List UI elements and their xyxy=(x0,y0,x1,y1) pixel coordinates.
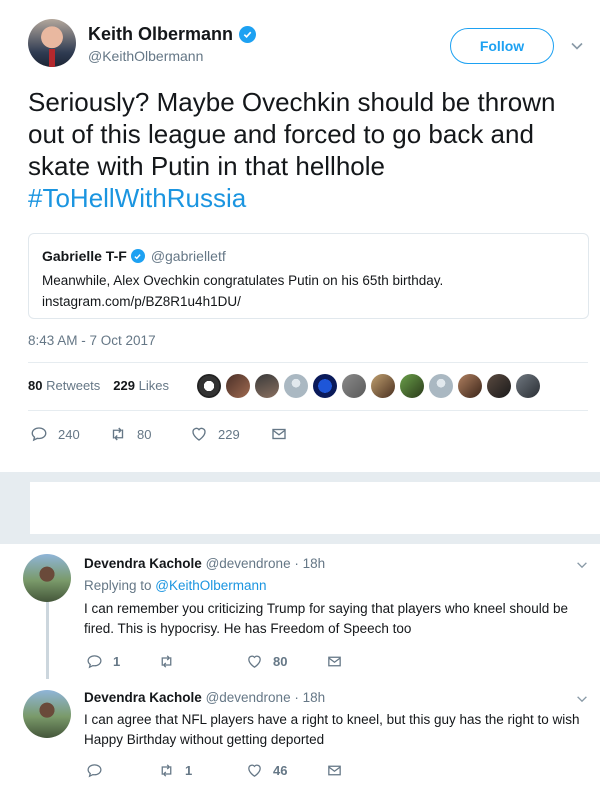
verified-badge-icon xyxy=(130,249,145,263)
reply-text: I can remember you criticizing Trump for… xyxy=(84,601,568,636)
liker-avatar[interactable] xyxy=(342,374,366,398)
liker-avatar[interactable] xyxy=(313,374,337,398)
retweet-icon xyxy=(112,427,124,441)
direct-message-action[interactable] xyxy=(326,653,343,670)
tweet-timestamp[interactable]: 8:43 AM - 7 Oct 2017 xyxy=(28,333,156,348)
reply-meta: @devendrone · 18h xyxy=(205,556,326,571)
reply-tweet[interactable]: Devendra Kachole @devendrone · 18h Reply… xyxy=(0,544,600,680)
author-avatar[interactable] xyxy=(28,19,76,67)
reply-author-name: Devendra Kachole xyxy=(84,690,202,705)
chevron-down-icon[interactable] xyxy=(575,558,589,572)
tweet-text-line: Seriously? Maybe Ovechkin should be thro… xyxy=(28,87,556,117)
liker-avatar[interactable] xyxy=(400,374,424,398)
reply-compose-area xyxy=(0,472,600,544)
quoted-text: Meanwhile, Alex Ovechkin congratulates P… xyxy=(42,270,572,312)
reply-actions: 1 46 xyxy=(86,762,343,779)
divider xyxy=(28,362,588,363)
retweets-count: 80 xyxy=(28,378,43,393)
follow-button[interactable]: Follow xyxy=(450,28,554,64)
hashtag-link[interactable]: #ToHellWithRussia xyxy=(28,182,588,214)
direct-message-action[interactable] xyxy=(270,425,288,443)
message-icon xyxy=(328,656,341,667)
quoted-link[interactable]: instagram.com/p/BZ8R1u4h1DU/ xyxy=(42,291,572,312)
reply-actions: 1 80 xyxy=(86,653,343,670)
thread-line xyxy=(46,602,49,679)
replying-to-link[interactable]: @KeithOlbermann xyxy=(155,578,266,593)
like-action[interactable]: 229 xyxy=(190,425,270,443)
tweet-actions: 240 80 229 xyxy=(30,425,288,443)
reply-author-avatar[interactable] xyxy=(23,554,71,602)
liker-avatar[interactable] xyxy=(458,374,482,398)
reply-action[interactable]: 1 xyxy=(86,653,158,670)
quoted-author-name: Gabrielle T-F xyxy=(42,248,127,264)
retweet-count: 80 xyxy=(137,426,152,442)
reply-text: I can agree that NFL players have a righ… xyxy=(84,712,580,747)
reply-count: 1 xyxy=(113,654,121,669)
quoted-author-handle: @gabrielletf xyxy=(150,248,226,264)
tweet-text: Seriously? Maybe Ovechkin should be thro… xyxy=(28,86,588,214)
reply-tweet[interactable]: Devendra Kachole @devendrone · 18h I can… xyxy=(0,682,600,786)
like-icon xyxy=(248,764,261,777)
author-name[interactable]: Keith Olbermann xyxy=(88,24,233,45)
chevron-down-icon[interactable] xyxy=(575,692,589,706)
message-icon xyxy=(328,765,341,776)
retweets-stat[interactable]: 80 Retweets xyxy=(28,378,100,393)
reply-action[interactable]: 240 xyxy=(30,425,109,443)
like-icon xyxy=(192,427,206,441)
likes-count: 229 xyxy=(113,378,135,393)
liker-avatar[interactable] xyxy=(255,374,279,398)
liker-avatar[interactable] xyxy=(284,374,308,398)
reply-count: 240 xyxy=(58,426,80,442)
tweet-stats: 80 Retweets 229 Likes xyxy=(28,378,169,393)
reply-author[interactable]: Devendra Kachole @devendrone · 18h xyxy=(84,690,325,705)
likes-label: Likes xyxy=(138,378,169,393)
author-name-row[interactable]: Keith Olbermann xyxy=(88,24,257,45)
retweet-icon xyxy=(161,655,172,668)
reply-meta: @devendrone · 18h xyxy=(205,690,326,705)
chevron-down-icon[interactable] xyxy=(569,38,585,54)
reply-action[interactable] xyxy=(86,762,158,779)
quoted-tweet[interactable]: Gabrielle T-F @gabrielletf Meanwhile, Al… xyxy=(28,233,589,319)
like-action[interactable]: 46 xyxy=(246,762,326,779)
like-count: 46 xyxy=(273,763,288,778)
replying-to: Replying to @KeithOlbermann xyxy=(84,578,267,593)
retweet-icon xyxy=(161,764,172,777)
liker-avatar[interactable] xyxy=(371,374,395,398)
liker-avatar[interactable] xyxy=(226,374,250,398)
main-tweet: Keith Olbermann @KeithOlbermann Follow S… xyxy=(0,0,600,472)
liker-avatar[interactable] xyxy=(429,374,453,398)
reply-icon xyxy=(31,427,47,442)
divider xyxy=(28,410,588,411)
message-icon xyxy=(272,428,286,440)
retweet-action[interactable] xyxy=(158,653,246,670)
verified-badge-icon xyxy=(239,26,257,43)
quoted-author: Gabrielle T-F @gabrielletf xyxy=(42,248,226,264)
tweet-text-line: skate with Putin in that hellhole xyxy=(28,151,385,181)
replying-to-prefix: Replying to xyxy=(84,578,156,593)
liker-avatar[interactable] xyxy=(516,374,540,398)
liker-avatar[interactable] xyxy=(487,374,511,398)
retweet-action[interactable]: 80 xyxy=(109,425,190,443)
reply-author[interactable]: Devendra Kachole @devendrone · 18h xyxy=(84,556,325,571)
reply-author-avatar[interactable] xyxy=(23,690,71,738)
like-count: 80 xyxy=(273,654,288,669)
likers-avatars xyxy=(197,374,540,398)
reply-compose-box[interactable] xyxy=(30,482,600,534)
like-icon xyxy=(248,655,261,668)
tweet-text-line: out of this league and forced to go back… xyxy=(28,119,534,149)
retweets-label: Retweets xyxy=(46,378,101,393)
quoted-text-body: Meanwhile, Alex Ovechkin congratulates P… xyxy=(42,273,444,288)
retweet-count: 1 xyxy=(185,763,193,778)
reply-icon xyxy=(87,655,102,669)
liker-avatar[interactable] xyxy=(197,374,221,398)
reply-icon xyxy=(87,764,102,778)
reply-author-name: Devendra Kachole xyxy=(84,556,202,571)
direct-message-action[interactable] xyxy=(326,762,343,779)
like-action[interactable]: 80 xyxy=(246,653,326,670)
likes-stat[interactable]: 229 Likes xyxy=(113,378,169,393)
author-handle[interactable]: @KeithOlbermann xyxy=(88,48,203,64)
like-count: 229 xyxy=(218,426,240,442)
retweet-action[interactable]: 1 xyxy=(158,762,246,779)
